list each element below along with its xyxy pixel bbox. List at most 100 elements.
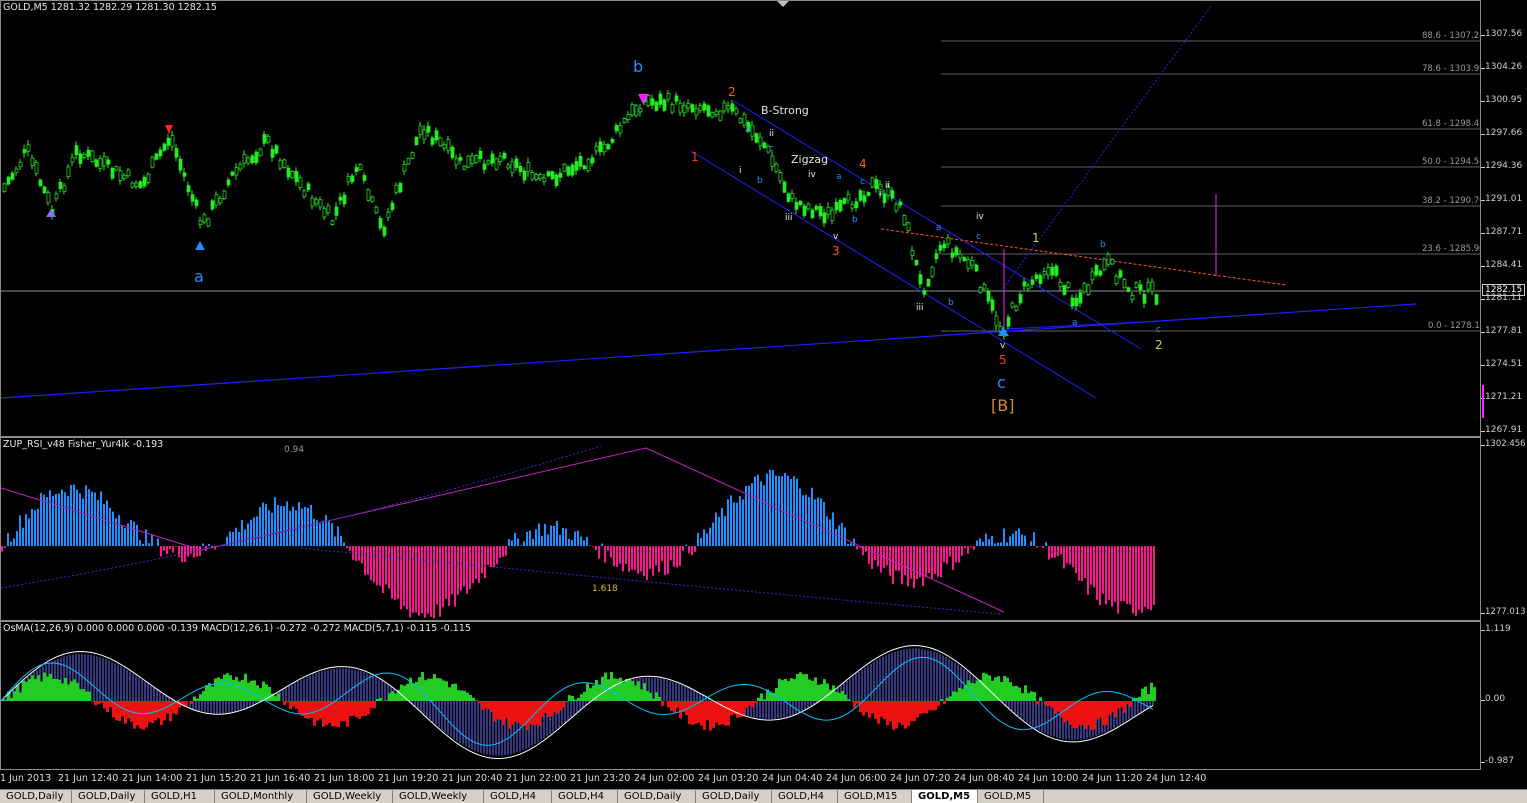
channel-lower bbox=[691, 151, 1096, 398]
rsi-bar bbox=[637, 546, 639, 574]
osma-bar bbox=[241, 680, 244, 701]
osma-bar bbox=[973, 683, 976, 701]
candle-body bbox=[223, 191, 226, 199]
candle-body bbox=[31, 158, 34, 165]
osma-bar bbox=[331, 701, 334, 726]
rsi-bar bbox=[142, 544, 144, 546]
osma-bar bbox=[58, 680, 61, 701]
osma-bar bbox=[307, 701, 310, 719]
rsi-bar bbox=[169, 546, 171, 549]
osma-bar bbox=[847, 699, 850, 701]
rsi-bar bbox=[799, 488, 801, 546]
osma-bar bbox=[1060, 701, 1063, 717]
candle-body bbox=[147, 174, 150, 182]
rsi-indicator-pane[interactable]: ZUP_RSI_v48 Fisher_Yur4ik -0.193 0.94 1.… bbox=[0, 437, 1481, 621]
osma-bar bbox=[1000, 682, 1003, 701]
osma-bar bbox=[937, 701, 940, 706]
rsi-bar bbox=[958, 546, 960, 563]
osma-bar bbox=[925, 701, 928, 713]
chart-tab[interactable]: GOLD,Daily bbox=[0, 790, 72, 803]
osma-bar bbox=[385, 700, 388, 701]
osma-bar bbox=[538, 701, 541, 726]
chart-tab[interactable]: GOLD,H1 bbox=[145, 790, 215, 803]
rsi-bar bbox=[265, 504, 267, 546]
candle-body bbox=[211, 201, 214, 209]
chart-shift-marker[interactable] bbox=[777, 1, 789, 7]
rsi-bar bbox=[505, 546, 507, 556]
chart-tab[interactable]: GOLD,Weekly bbox=[307, 790, 393, 803]
time-label: 24 Jun 11:20 bbox=[1082, 773, 1142, 784]
rsi-bar bbox=[889, 546, 891, 576]
chart-tab[interactable]: GOLD,Daily bbox=[72, 790, 145, 803]
candle-body bbox=[703, 104, 706, 110]
chart-tab[interactable]: GOLD,Weekly bbox=[393, 790, 484, 803]
rsi-bar bbox=[160, 546, 162, 557]
chart-tab-active[interactable]: GOLD,M5 bbox=[912, 790, 978, 803]
osma-bar bbox=[751, 701, 754, 707]
chart-tab[interactable]: GOLD,Monthly bbox=[215, 790, 307, 803]
price-label: 1291.01 bbox=[1485, 194, 1522, 204]
macd-axis[interactable]: 1.119 0.00 -0.987 bbox=[1481, 621, 1527, 770]
time-axis[interactable]: 21 Jun 2013 21 Jun 12:40 21 Jun 14:00 21… bbox=[0, 770, 1481, 789]
osma-bar bbox=[244, 674, 247, 701]
candle-body bbox=[599, 142, 602, 152]
candle-body bbox=[411, 153, 414, 159]
candle-body bbox=[503, 153, 506, 158]
osma-bar bbox=[1009, 682, 1012, 701]
price-chart-pane[interactable]: GOLD,M5 1281.32 1282.29 1281.30 1282.15 … bbox=[0, 0, 1481, 437]
osma-bar bbox=[514, 701, 517, 722]
candle-body bbox=[579, 156, 582, 166]
rsi-bar bbox=[478, 546, 480, 583]
candle-body bbox=[79, 154, 82, 164]
price-label: 1297.66 bbox=[1485, 128, 1522, 138]
osma-bar bbox=[1030, 691, 1033, 701]
rsi-axis[interactable]: 1302.456 1277.013 bbox=[1481, 437, 1527, 621]
osma-bar bbox=[748, 701, 751, 706]
chart-tab[interactable]: GOLD,H4 bbox=[772, 790, 838, 803]
rsi-bar bbox=[436, 546, 438, 605]
macd-canvas bbox=[1, 622, 1481, 770]
rsi-bar bbox=[553, 526, 555, 546]
osma-bar bbox=[55, 679, 58, 701]
rsi-bar bbox=[409, 546, 411, 617]
chart-tab[interactable]: GOLD,H4 bbox=[484, 790, 552, 803]
rsi-bar bbox=[805, 495, 807, 546]
candle-body bbox=[435, 131, 438, 140]
rsi-bar bbox=[655, 546, 657, 565]
rsi-bar bbox=[454, 546, 456, 607]
rsi-bar bbox=[397, 546, 399, 599]
rsi-bar bbox=[481, 546, 483, 573]
macd-indicator-pane[interactable]: OsMA(12,26,9) 0.000 0.000 0.000 -0.139 M… bbox=[0, 621, 1481, 770]
candle-body bbox=[1023, 282, 1026, 286]
chart-tab[interactable]: GOLD,Daily bbox=[618, 790, 696, 803]
osma-bar bbox=[487, 701, 490, 709]
chart-tab[interactable]: GOLD,M15 bbox=[838, 790, 912, 803]
osma-bar bbox=[22, 681, 25, 701]
candle-body bbox=[1007, 317, 1010, 326]
rsi-axis-label: 1277.013 bbox=[1485, 607, 1526, 617]
price-axis[interactable]: 1307.56 1304.26 1300.95 1297.66 1294.36 … bbox=[1481, 0, 1527, 437]
osma-bar bbox=[106, 701, 109, 712]
candle-body bbox=[143, 177, 146, 186]
osma-bar bbox=[649, 693, 652, 701]
candle-body bbox=[851, 205, 854, 208]
rsi-bar bbox=[1066, 546, 1068, 563]
zigzag-label: Zigzag bbox=[791, 153, 828, 166]
candle-body bbox=[403, 164, 406, 171]
chart-tab[interactable]: GOLD,H4 bbox=[552, 790, 618, 803]
rsi-bar bbox=[928, 546, 930, 573]
osma-bar bbox=[1144, 687, 1147, 701]
rsi-bar bbox=[991, 536, 993, 546]
candle-body bbox=[907, 223, 910, 231]
osma-bar bbox=[1033, 692, 1036, 701]
rsi-bar bbox=[325, 515, 327, 546]
candle-body bbox=[543, 178, 546, 182]
osma-bar bbox=[781, 680, 784, 701]
candle-body bbox=[487, 161, 490, 164]
chart-tab[interactable]: GOLD,M5 bbox=[978, 790, 1044, 803]
candle-body bbox=[1027, 286, 1030, 289]
candle-body bbox=[351, 176, 354, 182]
osma-bar bbox=[10, 698, 13, 701]
chart-tab[interactable]: GOLD,Daily bbox=[696, 790, 772, 803]
rsi-bar bbox=[355, 546, 357, 561]
